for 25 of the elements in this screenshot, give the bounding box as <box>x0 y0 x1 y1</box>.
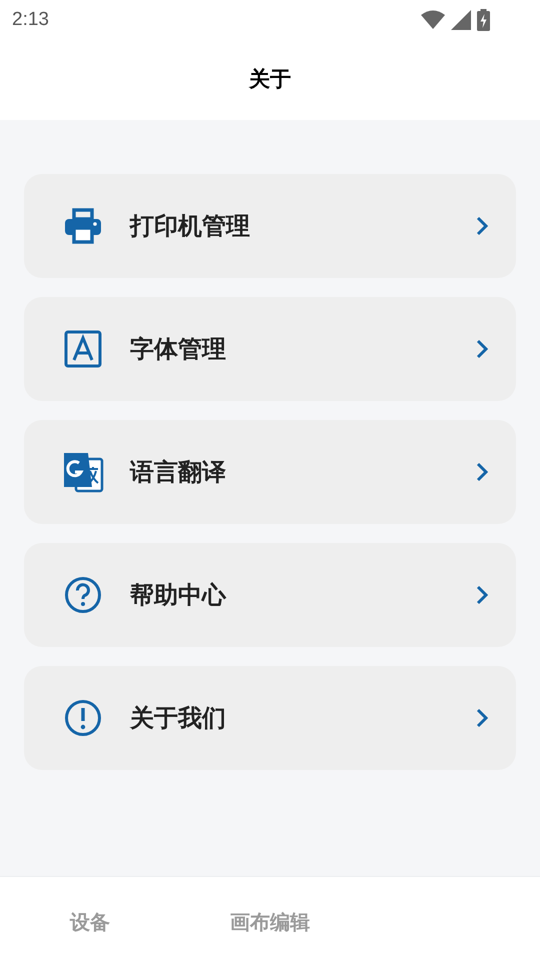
chevron-right-icon <box>476 585 488 605</box>
chevron-right-icon <box>476 708 488 728</box>
battery-icon <box>477 9 490 31</box>
menu-label: 语言翻译 <box>130 457 227 488</box>
menu-label: 帮助中心 <box>130 580 228 611</box>
menu-label: 字体管理 <box>130 334 227 365</box>
menu-item[interactable]: 字体管理 <box>24 297 516 401</box>
question-circle-icon <box>63 575 103 615</box>
menu-label: 关于我们 <box>130 703 227 734</box>
menu-item[interactable]: 关于我们 <box>24 666 516 770</box>
chevron-right-icon <box>476 216 488 236</box>
exclamation-circle-icon <box>63 698 103 738</box>
printer-icon <box>63 206 103 246</box>
chevron-right-icon <box>476 339 488 359</box>
page-title: 关于 <box>249 66 291 94</box>
translate-icon <box>62 451 104 493</box>
menu-item[interactable]: 语言翻译 <box>24 420 516 524</box>
signal-icon <box>451 10 471 30</box>
menu-item[interactable]: 打印机管理 <box>24 174 516 278</box>
menu-item[interactable]: 帮助中心 <box>24 543 516 647</box>
menu-label: 打印机管理 <box>130 211 251 242</box>
status-time: 2:13 <box>12 8 49 32</box>
letter-a-icon <box>63 329 103 369</box>
chevron-right-icon <box>476 462 488 482</box>
wifi-icon <box>421 10 445 30</box>
